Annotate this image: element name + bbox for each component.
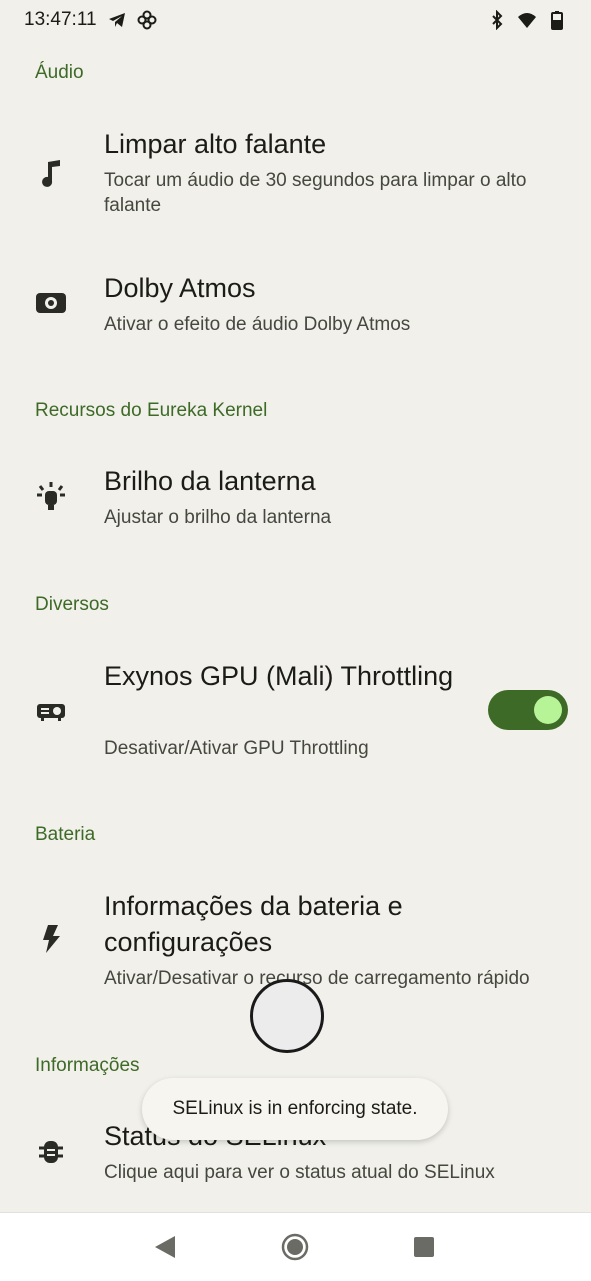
status-bar: 13:47:11 xyxy=(0,0,591,40)
back-icon[interactable] xyxy=(150,1232,180,1262)
flashlight-icon xyxy=(34,479,68,513)
telegram-icon xyxy=(107,10,127,30)
pref-summary: Tocar um áudio de 30 segundos para limpa… xyxy=(104,170,527,216)
pref-title: Exynos GPU (Mali) Throttling xyxy=(104,661,454,691)
pref-title: Brilho da lanterna xyxy=(104,466,316,496)
pref-summary: Clique aqui para ver o status atual do S… xyxy=(104,1162,495,1183)
music-note-icon xyxy=(34,156,68,190)
pref-flashlight-brightness[interactable]: Brilho da lanterna Ajustar o brilho da l… xyxy=(0,455,591,565)
section-header-misc: Diversos xyxy=(35,594,109,615)
status-time: 13:47:11 xyxy=(24,9,97,30)
battery-icon xyxy=(547,10,567,30)
section-header-info: Informações xyxy=(35,1055,140,1076)
pref-title: Dolby Atmos xyxy=(104,273,256,303)
bluetooth-icon xyxy=(487,9,507,31)
section-header-kernel: Recursos do Eureka Kernel xyxy=(35,400,268,421)
home-icon[interactable] xyxy=(280,1232,310,1262)
toast-text: SELinux is in enforcing state. xyxy=(172,1098,418,1119)
pref-clear-speaker[interactable]: Limpar alto falante Tocar um áudio de 30… xyxy=(0,120,591,240)
bolt-icon xyxy=(34,922,68,956)
recents-icon[interactable] xyxy=(409,1232,439,1262)
pref-title: Informações da bateria e configurações xyxy=(104,891,403,957)
switch-thumb xyxy=(534,696,562,724)
section-header-battery: Bateria xyxy=(35,824,96,845)
pref-summary: Ativar/Desativar o recurso de carregamen… xyxy=(104,968,530,989)
section-header-audio: Áudio xyxy=(35,62,84,83)
touch-indicator xyxy=(250,979,324,1053)
gpu-icon xyxy=(34,694,68,728)
pref-title: Limpar alto falante xyxy=(104,129,327,159)
gpu-throttling-switch[interactable] xyxy=(488,690,568,730)
status-right xyxy=(487,9,567,31)
navigation-bar xyxy=(0,1212,591,1281)
pref-summary: Ativar o efeito de áudio Dolby Atmos xyxy=(104,314,411,335)
status-left: 13:47:11 xyxy=(24,9,157,31)
wifi-icon xyxy=(517,10,537,30)
bug-icon xyxy=(34,1134,68,1168)
pref-gpu-throttling[interactable]: Exynos GPU (Mali) Throttling Desativar/A… xyxy=(0,656,591,776)
pref-summary: Desativar/Ativar GPU Throttling xyxy=(104,738,369,759)
pref-dolby-atmos[interactable]: Dolby Atmos Ativar o efeito de áudio Dol… xyxy=(0,262,591,372)
pinwheel-icon xyxy=(137,10,157,30)
toast-message: SELinux is in enforcing state. xyxy=(142,1078,448,1140)
pref-summary: Ajustar o brilho da lanterna xyxy=(104,507,332,528)
speaker-icon xyxy=(34,286,68,320)
